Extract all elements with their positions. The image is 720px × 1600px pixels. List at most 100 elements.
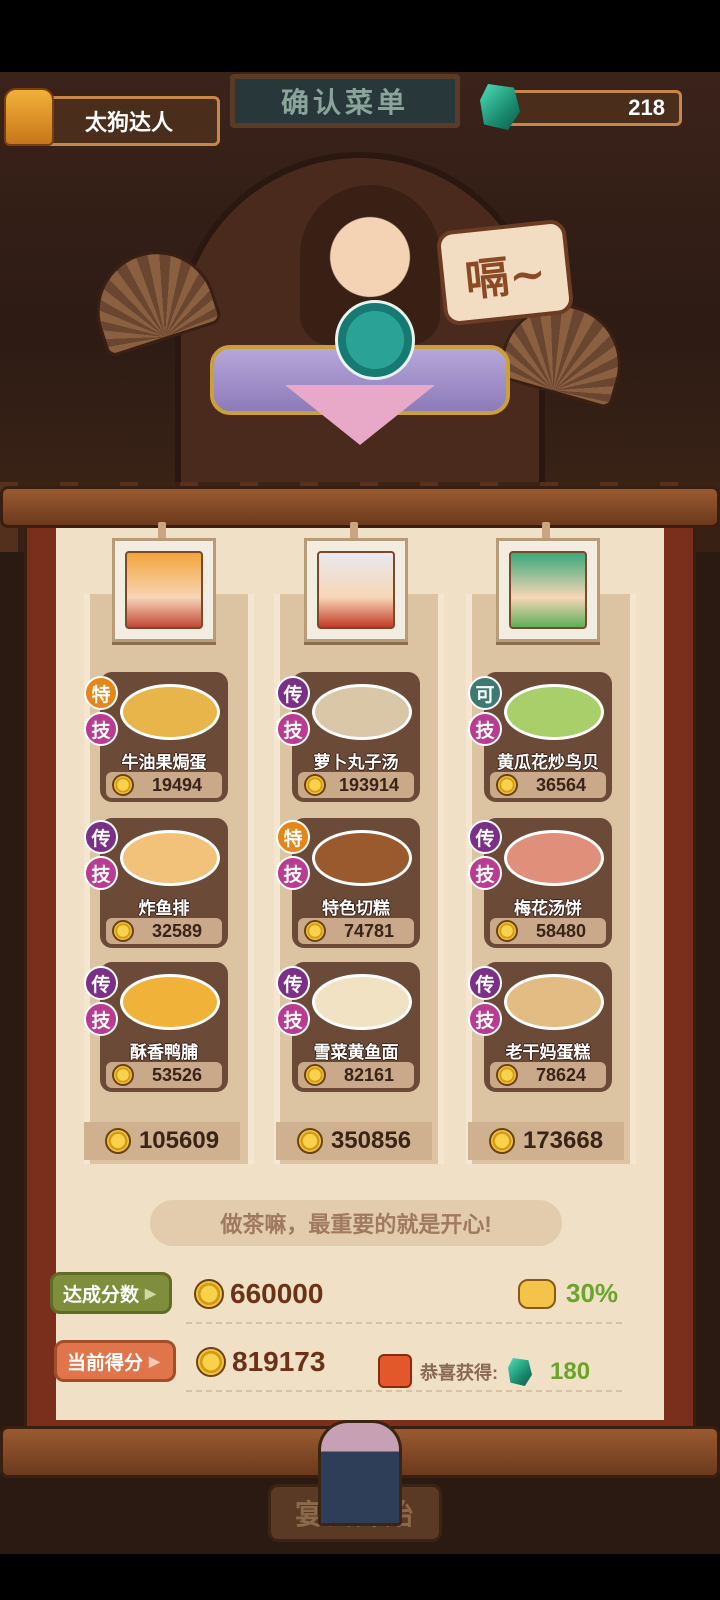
current-score-tag: 当前得分 ▶ [54, 1340, 176, 1382]
dish-image [504, 830, 604, 886]
coin-icon [194, 1279, 224, 1309]
coin-icon [496, 920, 518, 942]
skill-badge: 技 [468, 856, 502, 890]
arrow-right-icon: ▶ [145, 1284, 156, 1301]
coin-icon [488, 1128, 515, 1154]
dish-score: 58480 [490, 918, 606, 944]
dish-image [120, 974, 220, 1030]
dish-card[interactable]: 雪菜黄鱼面 82161 [292, 962, 420, 1092]
gem-icon [508, 1358, 532, 1386]
column-total: 350856 [276, 1122, 432, 1160]
skill-badge: 技 [84, 1002, 118, 1036]
money-bag-icon [518, 1278, 556, 1309]
rank-badge: 特 [84, 676, 118, 710]
current-score: 819173 [196, 1346, 325, 1378]
dish-name: 炸鱼排 [138, 899, 190, 918]
coin-icon [304, 774, 326, 796]
coin-icon [112, 774, 134, 796]
dish-image [504, 684, 604, 740]
page-title: 确认菜单 [230, 74, 460, 128]
thumbs-up-icon [378, 1354, 412, 1388]
coin-icon [112, 920, 134, 942]
rank-badge: 传 [468, 966, 502, 1000]
scroll-top-rod [0, 486, 720, 528]
divider [186, 1322, 622, 1324]
player-name: 太狗达人 [85, 110, 174, 135]
dish-score: 82161 [298, 1062, 414, 1088]
divider [186, 1390, 622, 1392]
rank-badge: 可 [468, 676, 502, 710]
skill-badge: 技 [84, 856, 118, 890]
dish-score: 32589 [106, 918, 222, 944]
skill-badge: 技 [84, 712, 118, 746]
dish-name: 特色切糕 [322, 899, 390, 918]
nav-bar-area [0, 1554, 720, 1600]
dish-name: 牛油果焗蛋 [121, 753, 207, 772]
chef-avatar [125, 551, 203, 629]
dish-name: 老干妈蛋糕 [505, 1043, 591, 1062]
rank-badge: 传 [84, 966, 118, 1000]
dish-score: 74781 [298, 918, 414, 944]
dish-image [312, 974, 412, 1030]
skill-badge: 技 [276, 1002, 310, 1036]
coin-icon [104, 1128, 131, 1154]
coin-icon [296, 1128, 323, 1154]
column-total: 173668 [468, 1122, 624, 1160]
dish-score: 36564 [490, 772, 606, 798]
chef-avatar [317, 551, 395, 629]
tassel-ornament [318, 1420, 402, 1526]
chef-portrait-3[interactable] [496, 538, 600, 642]
column-total: 105609 [84, 1122, 240, 1160]
dish-name: 梅花汤饼 [514, 899, 582, 918]
tea-logo-icon [335, 300, 415, 380]
skill-badge: 技 [468, 712, 502, 746]
coin-icon [196, 1347, 226, 1377]
dish-card[interactable]: 炸鱼排 32589 [100, 818, 228, 948]
speech-bubble: 嗝~ [435, 218, 575, 327]
dish-card[interactable]: 梅花汤饼 58480 [484, 818, 612, 948]
rank-badge: 传 [468, 820, 502, 854]
coin-icon [304, 1064, 326, 1086]
dish-name: 黄瓜花炒鸟贝 [497, 753, 599, 772]
gem-counter[interactable]: 218 [500, 90, 682, 126]
dish-card[interactable]: 老干妈蛋糕 78624 [484, 962, 612, 1092]
skill-badge: 技 [468, 1002, 502, 1036]
target-score: 660000 [194, 1278, 323, 1310]
dish-score: 19494 [106, 772, 222, 798]
arrow-right-icon: ▶ [149, 1352, 160, 1369]
dish-image [312, 684, 412, 740]
rank-badge: 传 [84, 820, 118, 854]
dish-score: 193914 [298, 772, 414, 798]
skill-badge: 技 [276, 856, 310, 890]
dish-name: 酥香鸭脯 [130, 1043, 198, 1062]
dish-card[interactable]: 酥香鸭脯 53526 [100, 962, 228, 1092]
coin-icon [496, 774, 518, 796]
target-score-tag: 达成分数 ▶ [50, 1272, 172, 1314]
rank-badge: 传 [276, 676, 310, 710]
dish-card[interactable]: 特色切糕 74781 [292, 818, 420, 948]
dish-image [312, 830, 412, 886]
dish-image [504, 974, 604, 1030]
reward-info: 恭喜获得: 180 [420, 1358, 591, 1386]
gem-count: 218 [628, 95, 665, 120]
coin-icon [496, 1064, 518, 1086]
rank-badge: 特 [276, 820, 310, 854]
player-avatar-icon[interactable] [4, 88, 54, 146]
dish-score: 53526 [106, 1062, 222, 1088]
bonus-percent: 30% [518, 1278, 618, 1309]
chef-avatar [509, 551, 587, 629]
skill-badge: 技 [276, 712, 310, 746]
dish-image [120, 684, 220, 740]
chef-portrait-2[interactable] [304, 538, 408, 642]
status-bar-area [0, 0, 720, 72]
dish-card[interactable]: 萝卜丸子汤 193914 [292, 672, 420, 802]
player-name-plate[interactable]: 太狗达人 [30, 96, 220, 146]
dish-score: 78624 [490, 1062, 606, 1088]
dish-image [120, 830, 220, 886]
slogan-banner: 做茶嘛，最重要的就是开心! [150, 1200, 562, 1246]
dish-card[interactable]: 黄瓜花炒鸟贝 36564 [484, 672, 612, 802]
dish-name: 雪菜黄鱼面 [313, 1043, 399, 1062]
dish-name: 萝卜丸子汤 [313, 753, 399, 772]
dish-card[interactable]: 牛油果焗蛋 19494 [100, 672, 228, 802]
chef-portrait-1[interactable] [112, 538, 216, 642]
